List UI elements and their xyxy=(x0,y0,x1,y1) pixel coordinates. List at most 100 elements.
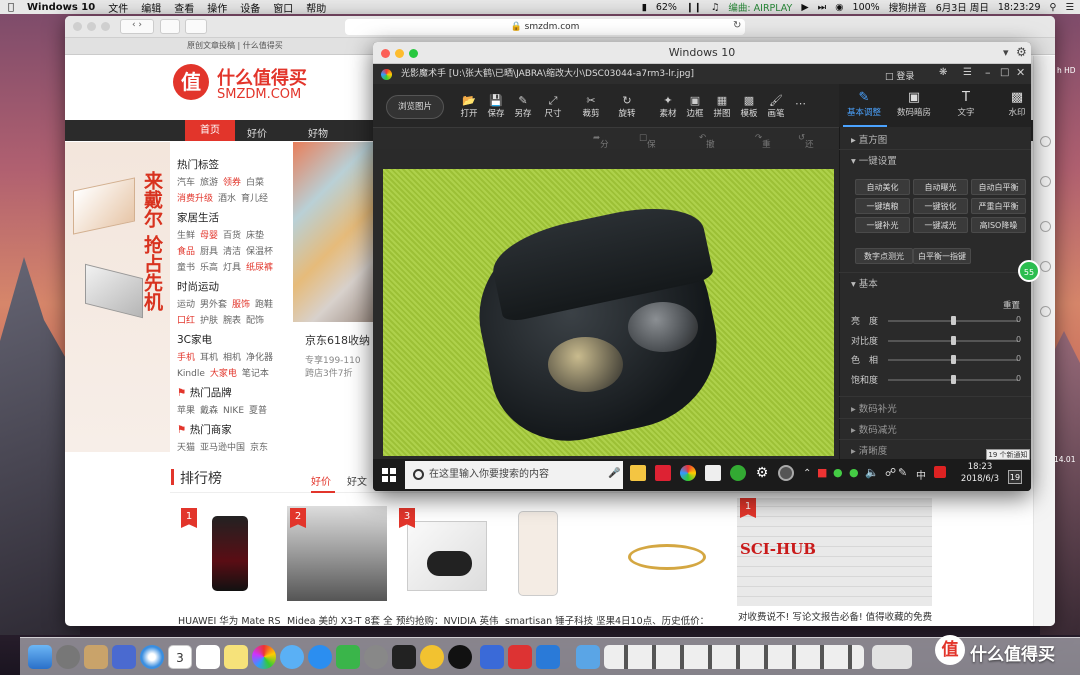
finder-icon[interactable] xyxy=(28,645,52,669)
btn-oneclick-dim[interactable]: 一键减光 xyxy=(913,217,968,233)
calendar-icon[interactable]: 3 xyxy=(168,645,192,669)
tool-material[interactable]: ✦ 素材 xyxy=(656,95,680,120)
sidebar-icon[interactable] xyxy=(185,19,207,34)
menu-window[interactable]: 窗口 xyxy=(273,0,293,15)
cat-link[interactable]: 亚马逊中国 xyxy=(200,443,245,453)
btn-auto-exposure[interactable]: 自动曝光 xyxy=(913,179,968,195)
reset-button[interactable]: 重置 xyxy=(1003,299,1020,311)
app-maximize-button[interactable]: □ xyxy=(1000,67,1009,78)
tool-save[interactable]: 💾 保存 xyxy=(484,95,508,120)
cat-title[interactable]: 家居生活 xyxy=(177,210,295,225)
product-image-bracelet[interactable] xyxy=(620,506,720,601)
vm-close-button[interactable] xyxy=(381,49,390,58)
app-close-button[interactable]: ✕ xyxy=(1016,66,1025,79)
tab-text[interactable]: T 文字 xyxy=(944,90,988,118)
cat-link[interactable]: 乐高 xyxy=(200,263,218,273)
cat-link[interactable]: 领券 xyxy=(223,178,241,188)
cat-link[interactable]: 床垫 xyxy=(246,231,264,241)
menubar-time[interactable]: 18:23:29 xyxy=(998,2,1041,13)
cat-link[interactable]: 配饰 xyxy=(246,316,264,326)
cat-link[interactable]: 腕表 xyxy=(223,316,241,326)
product-title[interactable]: smartisan 锤子科技 坚果 xyxy=(505,613,615,626)
cat-link[interactable]: 育儿经 xyxy=(241,194,268,204)
address-bar[interactable]: 🔒 smzdm.com xyxy=(345,19,745,35)
cat-link[interactable]: 白菜 xyxy=(246,178,264,188)
menu-icon[interactable]: ☰ xyxy=(963,67,972,78)
btn-oneclick-sharpen[interactable]: 一键锐化 xyxy=(913,198,968,214)
cat-link[interactable]: 苹果 xyxy=(177,406,195,416)
spotlight-icon[interactable]: ⚲ xyxy=(1050,2,1057,13)
promo-title[interactable]: 京东618收纳 xyxy=(305,332,370,348)
article-title[interactable]: 对收费说不! 写论文报告必备! 值得收藏的免费 xyxy=(738,609,932,623)
cat-title[interactable]: 时尚运动 xyxy=(177,279,295,294)
cat-link[interactable]: 母婴 xyxy=(200,231,218,241)
minimize-button[interactable] xyxy=(87,22,96,31)
nav-deals[interactable]: 好价 xyxy=(247,125,267,140)
cat-link[interactable]: 相机 xyxy=(223,353,241,363)
cat-link[interactable]: 清洁 xyxy=(223,247,241,257)
wifi-icon[interactable]: ◉ xyxy=(835,2,843,13)
stickies-icon[interactable] xyxy=(224,645,248,669)
section-digital-reduce[interactable]: ▸ 数码减光 xyxy=(851,422,897,436)
tool-collage[interactable]: ▦ 拼图 xyxy=(710,95,734,120)
reminders-icon[interactable] xyxy=(196,645,220,669)
photos-icon[interactable] xyxy=(252,645,276,669)
folder-icon[interactable] xyxy=(576,645,600,669)
menu-file[interactable]: 文件 xyxy=(108,0,128,15)
tray-icon[interactable]: ■ xyxy=(817,466,827,479)
vm-zoom-button[interactable] xyxy=(409,49,418,58)
tab-watermark[interactable]: ▩ 水印 xyxy=(995,90,1031,118)
ime-indicator[interactable]: 中 xyxy=(916,467,926,482)
product-image-smartisan[interactable] xyxy=(510,506,610,601)
color-app-icon[interactable] xyxy=(680,465,696,481)
menu-view[interactable]: 查看 xyxy=(174,0,194,15)
tool-border[interactable]: ▣ 边框 xyxy=(683,95,707,120)
file-explorer-icon[interactable] xyxy=(630,465,646,481)
cat-link[interactable]: 灯具 xyxy=(223,263,241,273)
app-icon[interactable] xyxy=(420,645,444,669)
menu-edit[interactable]: 编辑 xyxy=(141,0,161,15)
cat-link[interactable]: 耳机 xyxy=(200,353,218,363)
menu-device[interactable]: 设备 xyxy=(240,0,260,15)
refresh-app-icon[interactable] xyxy=(730,465,746,481)
btn-auto-wb[interactable]: 自动白平衡 xyxy=(971,179,1026,195)
rank-tab-articles[interactable]: 好文 xyxy=(347,473,367,488)
app-icon[interactable] xyxy=(655,465,671,481)
save-action-button[interactable]: □ 保存动作 xyxy=(639,133,656,186)
cat-link[interactable]: 厨具 xyxy=(200,247,218,257)
qq-icon[interactable] xyxy=(448,645,472,669)
tool-brush[interactable]: 🖌 画笔 xyxy=(764,95,788,120)
volume-icon[interactable]: 🔈 xyxy=(865,466,879,479)
cat-link[interactable]: 大家电 xyxy=(210,369,237,379)
cat-link[interactable]: NIKE xyxy=(223,406,244,416)
section-clarity[interactable]: ▸ 清晰度 xyxy=(851,443,887,457)
activity-monitor-icon[interactable] xyxy=(392,645,416,669)
network-icon[interactable]: ☍ xyxy=(885,466,896,479)
cat-link[interactable]: 笔记本 xyxy=(242,369,269,379)
cat-title[interactable]: 热门标签 xyxy=(177,157,295,172)
app-icon[interactable] xyxy=(508,645,532,669)
tool-size[interactable]: ⤢ 尺寸 xyxy=(541,95,565,120)
cat-link[interactable]: 生鲜 xyxy=(177,231,195,241)
menu-list-icon[interactable]: ☰ xyxy=(1065,2,1074,13)
tray-icon[interactable]: ● xyxy=(833,466,843,479)
pause-icon[interactable]: ❙❙ xyxy=(686,2,702,13)
restore-button[interactable]: ↺ 还原 xyxy=(798,133,814,162)
launchpad-icon[interactable] xyxy=(56,645,80,669)
tool-crop[interactable]: ✂ 裁剪 xyxy=(579,95,603,120)
product-title[interactable]: 4日10点、历史低价： xyxy=(615,613,709,626)
microphone-icon[interactable]: 🎤 xyxy=(608,468,620,479)
login-button[interactable]: □ 登录 xyxy=(885,69,914,82)
vm-dropdown-icon[interactable]: ▾ xyxy=(1003,46,1009,59)
slider-knob[interactable] xyxy=(951,355,956,364)
nav-goods[interactable]: 好物 xyxy=(308,125,328,140)
btn-oneclick-light[interactable]: 一键补光 xyxy=(855,217,910,233)
cat-title[interactable]: 热门品牌 xyxy=(190,387,232,399)
wechat-icon[interactable] xyxy=(336,645,360,669)
floating-speed-badge[interactable]: 55 xyxy=(1018,260,1040,282)
active-tab-title[interactable]: 原创文章投稿 | 什么值得买 xyxy=(187,41,283,50)
cat-link[interactable]: 食品 xyxy=(177,247,195,257)
cat-link[interactable]: 纸尿裤 xyxy=(246,263,273,273)
product-title[interactable]: HUAWEI 华为 Mate RS xyxy=(178,613,281,626)
rank-tab-deals[interactable]: 好价 xyxy=(311,473,331,488)
